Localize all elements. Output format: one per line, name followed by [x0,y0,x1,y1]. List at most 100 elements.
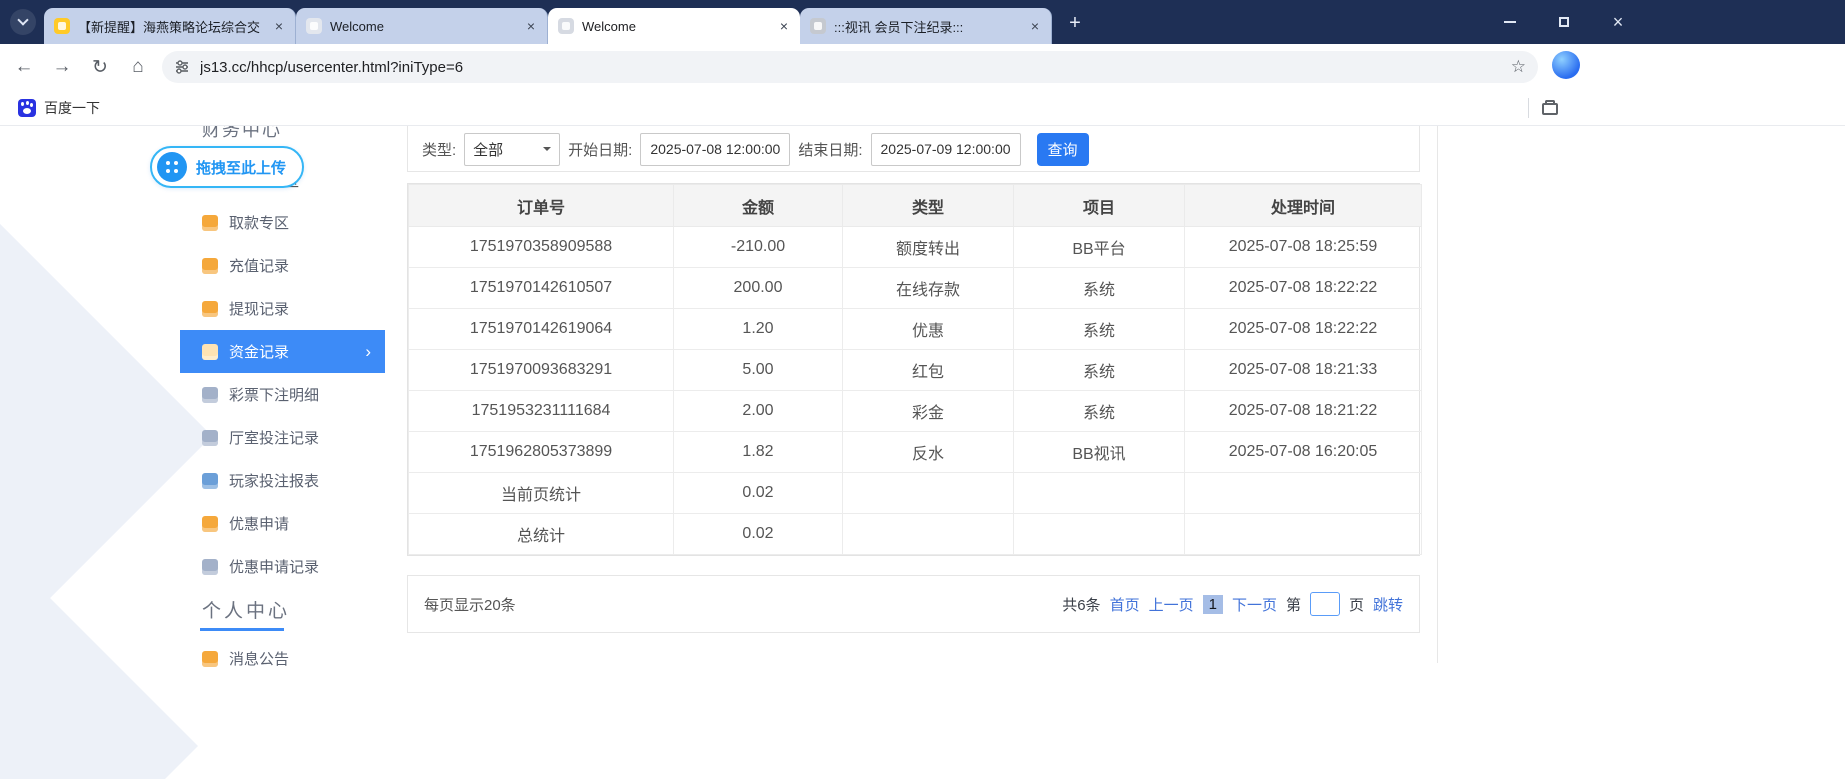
prev-page-link[interactable]: 上一页 [1149,594,1194,615]
sidebar-item-label: 资金记录 [229,341,289,362]
table-cell: 红包 [843,350,1014,391]
table-cell: 1.20 [674,309,843,350]
chevron-down-icon [17,14,28,25]
upload-cloud-icon [157,152,187,182]
select-arrow-icon [543,147,551,155]
tab[interactable]: Welcome × [548,8,800,44]
funds-record-icon [202,344,218,360]
table-cell: 1751970358909588 [409,227,674,268]
address-bar[interactable]: js13.cc/hhcp/usercenter.html?iniType=6 ☆ [162,51,1538,83]
section-underline [200,628,284,631]
minimize-button[interactable] [1487,0,1533,44]
cashout-record-icon [202,301,218,317]
next-page-link[interactable]: 下一页 [1232,594,1277,615]
tab-close-icon[interactable]: × [273,18,285,34]
table-row: 当前页统计0.02 [409,473,1422,514]
other-bookmarks-folder-icon[interactable] [1542,103,1558,115]
bookmarks-separator [1528,98,1529,118]
query-button[interactable]: 查询 [1037,133,1089,166]
table-cell: 2025-07-08 18:22:22 [1185,268,1422,309]
sidebar-item[interactable]: 优惠申请 [180,502,385,545]
current-page-indicator[interactable]: 1 [1203,595,1223,614]
video-favicon [810,18,826,34]
maximize-button[interactable] [1541,0,1587,44]
table-row: 1751970142610507200.00在线存款系统2025-07-08 1… [409,268,1422,309]
sidebar-item[interactable]: 取款专区 [180,201,385,244]
page-suffix-label: 页 [1349,594,1364,615]
sidebar-item-announcements[interactable]: 消息公告 [180,637,385,680]
tab-close-icon[interactable]: × [525,18,537,34]
home-icon[interactable]: ⌂ [120,44,156,90]
table-cell: 2025-07-08 16:20:05 [1185,432,1422,473]
drag-upload-target[interactable]: 拖拽至此上传 [150,146,304,188]
tab-title: Welcome [582,19,770,34]
sidebar-item-label: 消息公告 [229,648,289,669]
hall-bet-record-icon [202,430,218,446]
tab-close-icon[interactable]: × [778,18,790,34]
site-info-icon[interactable] [174,59,190,75]
table-cell: 1751962805373899 [409,432,674,473]
table-cell: 2025-07-08 18:21:22 [1185,391,1422,432]
profile-avatar[interactable] [1552,51,1580,79]
bookmark-star-icon[interactable]: ☆ [1511,57,1526,77]
forward-icon[interactable]: → [44,44,80,90]
type-select[interactable]: 全部 [464,133,560,166]
table-cell: 系统 [1014,268,1185,309]
baidu-favicon [18,99,36,117]
sidebar-item[interactable]: 玩家投注报表 [180,459,385,502]
close-window-button[interactable]: × [1595,0,1641,44]
minimize-icon [1504,21,1516,23]
sidebar-item[interactable]: 优惠申请记录 [180,545,385,588]
sidebar-item-label: 提现记录 [229,298,289,319]
table-cell: 当前页统计 [409,473,674,514]
table-cell: 200.00 [674,268,843,309]
sidebar-bottom-item: 消息公告 [180,637,385,680]
sidebar-item-label: 取款专区 [229,212,289,233]
upload-hint-label: 拖拽至此上传 [196,157,286,178]
background-triangle [0,548,198,779]
pagination-bar: 每页显示20条 共6条 首页 上一页 1 下一页 第 页 跳转 [407,575,1420,633]
table-cell: 彩金 [843,391,1014,432]
bookmark-baidu[interactable]: 百度一下 [12,95,106,121]
promo-apply-record-icon [202,559,218,575]
sidebar-item[interactable]: 厅室投注记录 [180,416,385,459]
first-page-link[interactable]: 首页 [1110,594,1140,615]
sidebar-section-personal[interactable]: 个人中心 [202,596,290,623]
end-date-input[interactable] [871,133,1021,166]
table-cell: 1751970142619064 [409,309,674,350]
column-header: 处理时间 [1185,185,1422,227]
page-prefix-label: 第 [1286,594,1301,615]
table-row: 17519628053738991.82反水BB视讯2025-07-08 16:… [409,432,1422,473]
page-jump-input[interactable] [1310,592,1340,616]
tab[interactable]: :::视讯 会员下注纪录:::× [800,8,1052,44]
tab-title: :::视讯 会员下注纪录::: [834,17,1021,36]
start-date-label: 开始日期: [568,139,632,160]
column-header: 类型 [843,185,1014,227]
sidebar-item[interactable]: 充值记录 [180,244,385,287]
table-row: 1751970358909588-210.00额度转出BB平台2025-07-0… [409,227,1422,268]
back-icon[interactable]: ← [6,44,42,90]
page-size-text: 每页显示20条 [424,594,516,615]
maximize-icon [1559,17,1569,27]
sidebar-item[interactable]: 提现记录 [180,287,385,330]
new-tab-button[interactable]: + [1062,10,1088,36]
table-cell: 2025-07-08 18:22:22 [1185,309,1422,350]
sidebar-item-label: 玩家投注报表 [229,470,319,491]
reload-icon[interactable]: ↻ [82,44,118,90]
sidebar-item[interactable]: 彩票下注明细 [180,373,385,416]
start-date-input[interactable] [640,133,790,166]
column-header: 订单号 [409,185,674,227]
type-label: 类型: [422,139,456,160]
tab[interactable]: 【新提醒】海燕策略论坛综合交× [44,8,296,44]
sidebar-item-label: 厅室投注记录 [229,427,319,448]
sidebar-item-label: 充值记录 [229,255,289,276]
table-row: 17519532311116842.00彩金系统2025-07-08 18:21… [409,391,1422,432]
tab[interactable]: Welcome× [296,8,548,44]
content-right-divider [1437,126,1438,663]
tab-search-button[interactable] [10,9,36,35]
jump-link[interactable]: 跳转 [1373,594,1403,615]
sidebar-item[interactable]: 资金记录 › [180,330,385,373]
announcement-icon [202,651,218,667]
tab-close-icon[interactable]: × [1029,18,1041,34]
chevron-right-icon: › [365,342,371,362]
